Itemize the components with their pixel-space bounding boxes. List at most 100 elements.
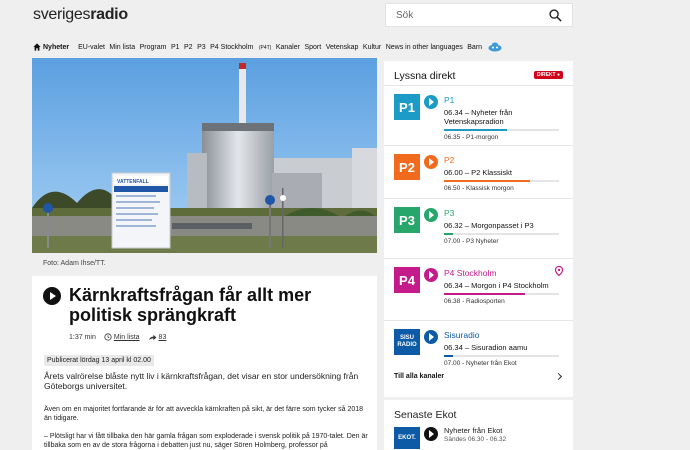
article-paragraph: – Plötsligt har vi fått tillbaka den här… [44,433,368,449]
share-button[interactable]: 83 [148,333,167,341]
ekot-logo: EKOT. [394,427,420,449]
clock-plus-icon [104,333,112,341]
program-progress [444,355,559,357]
nav-item-p4-stockholm[interactable]: P4 Stockholm (P4T) [210,44,271,51]
photo-caption: Foto: Adam Ihse/TT. [43,260,106,267]
play-channel-button[interactable] [424,330,438,344]
now-time: 06.00 [444,168,463,177]
channel-logo: SISU RADIO [394,329,420,355]
progress-fill [444,233,454,235]
channel-logo: P4 [394,267,420,293]
ekot-aired: Sändes 06.30 - 06.32 [444,436,507,443]
vattenfall-sign-text: VATTENFALL [117,179,149,185]
now-title: Morgonpasset i P3 [471,221,534,230]
all-channels-link[interactable]: Till alla kanaler [394,373,444,380]
published-date: Publicerat lördag 13 april kl 02.00 [44,355,154,366]
ekot-heading: Senaste Ekot [394,409,457,421]
now-title: Morgon i P4 Stockholm [471,281,549,290]
my-list-label: Min lista [113,333,140,341]
play-channel-button[interactable] [424,268,438,282]
next-program: 07.00 - Nyheter från Ekot [444,360,517,367]
nav-item-sport[interactable]: Sport [304,44,321,51]
channel-logo-text: P4 [399,272,415,288]
channel-name[interactable]: P1 [444,95,454,105]
location-pin-icon[interactable] [555,266,563,276]
program-progress [444,180,559,182]
nav-item-vetenskap[interactable]: Vetenskap [326,44,359,51]
channel-name[interactable]: P3 [444,208,454,218]
search-box[interactable] [385,3,573,27]
now-playing: 06.34 – Morgon i P4 Stockholm [444,281,549,290]
nav-suffix: (P4T) [258,44,272,51]
now-time: 06.34 [444,108,463,117]
progress-fill [444,180,531,182]
logo-text-bold: radio [90,6,128,23]
article-lead: Årets valrörelse blåste nytt liv i kärnk… [44,371,359,391]
now-playing: 06.34 – Sisuradion aamu [444,343,528,352]
channel-name[interactable]: P4 Stockholm [444,268,496,278]
nav-item-eu-valet[interactable]: EU-valet [78,44,105,51]
add-to-list-button[interactable]: Min lista [104,333,140,341]
channel-logo: P3 [394,207,420,233]
program-progress [444,129,559,131]
channel-logo-text: SISU RADIO [397,335,417,348]
search-icon[interactable] [549,9,562,22]
share-arrow-icon [148,334,156,340]
nav-item-barn[interactable]: Barn [467,44,482,51]
progress-fill [444,293,525,295]
next-program: 06.38 - Radiosporten [444,298,505,305]
progress-fill [444,129,508,131]
share-count: 83 [158,333,167,341]
channel-name[interactable]: Sisuradio [444,330,479,340]
now-title: Sisuradion aamu [471,343,528,352]
badge-label: DIREKT [536,72,556,78]
nav-item-min-lista[interactable]: Min lista [109,44,135,51]
kids-character-icon[interactable] [487,42,503,52]
now-playing: 06.32 – Morgonpasset i P3 [444,221,534,230]
channel-logo: P2 [394,154,420,180]
nav-item-p2[interactable]: P2 [184,44,193,51]
article-card: Kärnkraftsfrågan får allt mer politisk s… [32,276,377,450]
next-program: 07.00 - P3 Nyheter [444,238,499,245]
nav-item-nyheter[interactable]: Nyheter [33,43,74,51]
direct-badge: DIREKT ● [533,71,563,79]
nav-label: P4 Stockholm [210,43,254,51]
now-time: 06.34 [444,281,463,290]
nav-item-program[interactable]: Program [140,44,167,51]
logo-text-light: sveriges [33,6,91,23]
sr-logo[interactable]: sverigesradio [33,6,128,24]
channel-row[interactable]: P3 P3 06.32 – Morgonpasset i P3 07.00 - P3 … [384,198,573,260]
play-ekot-button[interactable] [424,427,438,441]
live-channels-panel: Lyssna direkt DIREKT ● P1 P1 06.34 – Nyhet… [384,61,573,397]
play-article-button[interactable] [43,287,61,305]
channel-logo-text: P1 [399,99,415,115]
nav-item-p3[interactable]: P3 [197,44,206,51]
channel-logo: P1 [394,94,420,120]
now-playing: 06.00 – P2 Klassiskt [444,168,512,177]
main-nav: Nyheter EU-valet Min lista Program P1 P2… [33,40,503,54]
nuclear-plant-photo: VATTENFALL [32,58,377,253]
channel-row[interactable]: P4 P4 Stockholm 06.34 – Morgon i P4 Stockh… [384,258,573,320]
ekot-title[interactable]: Nyheter från Ekot [444,426,502,435]
nav-item-kanaler[interactable]: Kanaler [276,44,300,51]
article-paragraph: Även om en majoritet fortfarande är för … [44,406,364,422]
next-program: 06.50 - Klassisk morgon [444,185,514,192]
play-channel-button[interactable] [424,95,438,109]
search-input[interactable] [386,4,546,27]
article-meta: 1:37 min Min lista 83 [69,333,174,341]
play-channel-button[interactable] [424,155,438,169]
nav-item-p1[interactable]: P1 [171,44,180,51]
now-title: P2 Klassiskt [471,168,512,177]
channel-name[interactable]: P2 [444,155,454,165]
play-channel-button[interactable] [424,208,438,222]
now-time: 06.34 [444,343,463,352]
program-progress [444,293,559,295]
duration: 1:37 min [69,333,96,341]
nav-item-kultur[interactable]: Kultur [363,44,381,51]
channel-row[interactable]: P1 P1 06.34 – Nyheter från Vetenskapsradio… [384,85,573,147]
nav-item-news-other-languages[interactable]: News in other languages [386,44,463,51]
now-playing: 06.34 – Nyheter från Vetenskapsradion [444,108,513,126]
hero-image: VATTENFALL [32,58,377,253]
next-program: 06.35 - P1-morgon [444,134,499,141]
program-progress [444,233,559,235]
